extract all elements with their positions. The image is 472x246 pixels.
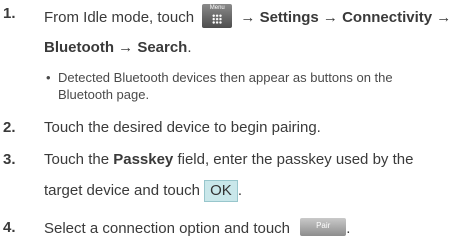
step-text-continued: target device and touch OK. [44,180,242,202]
pair-button-label: Pair [316,221,331,230]
step-text-start: From Idle mode, touch [44,9,195,26]
pair-button: Pair [300,218,347,236]
bullet-icon: • [46,70,51,85]
step-number: 2. [3,119,16,136]
menu-path-end: Bluetooth → Search [44,39,188,56]
step-text: Touch the Passkey field, enter the passk… [44,151,414,168]
bullet-note-line-2: Bluetooth page. [58,87,150,102]
menu-key-label: Menu [209,5,225,11]
bullet-note-line-1: Detected Bluetooth devices then appear a… [58,70,393,85]
step-text: Select a connection option and touch Pai… [44,218,351,237]
step-number: 4. [3,219,16,236]
step-text: Touch the desired device to begin pairin… [44,119,321,136]
step-number: 3. [3,151,16,168]
bullet-note: • [46,69,51,86]
ok-button: OK [204,180,238,202]
menu-key-icon: Menu [202,4,233,28]
passkey-field-label: Passkey [113,151,174,168]
menu-path: → Settings → Connectivity → [240,9,452,26]
step-number: 1. [3,5,16,22]
step-text: From Idle mode, touch Menu → Settings → … [44,4,451,28]
step-text-continued: Bluetooth → Search. [44,39,192,56]
